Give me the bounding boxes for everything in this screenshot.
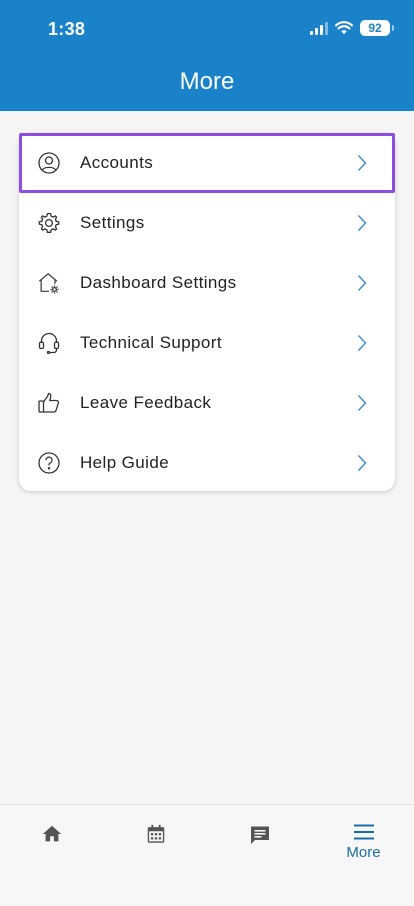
question-circle-icon [37, 451, 61, 475]
chevron-right-icon [357, 335, 367, 351]
menu-item-help-guide[interactable]: Help Guide [19, 433, 395, 493]
page-title: More [179, 68, 235, 95]
thumbs-up-icon [37, 391, 61, 415]
menu-item-accounts[interactable]: Accounts [19, 133, 395, 193]
tab-more[interactable]: More [312, 805, 414, 875]
status-icons: 92 [310, 20, 394, 36]
headset-icon [37, 331, 61, 355]
menu-item-label: Settings [80, 213, 145, 232]
tab-messages[interactable] [208, 805, 311, 875]
menu-item-leave-feedback[interactable]: Leave Feedback [19, 373, 395, 433]
menu-item-label: Technical Support [80, 333, 222, 352]
header-bar: 1:38 92 More [0, 0, 414, 111]
cellular-signal-icon [310, 21, 328, 35]
chevron-right-icon [357, 275, 367, 291]
bottom-nav: More [0, 804, 414, 906]
home-icon [42, 825, 61, 842]
house-gear-icon [37, 271, 61, 295]
message-icon [250, 826, 269, 844]
menu-item-label: Help Guide [80, 453, 170, 472]
status-time: 1:38 [48, 19, 86, 39]
menu-item-label: Leave Feedback [80, 393, 212, 412]
more-menu-card: Accounts Settings Dashboard Settings Tec… [19, 133, 395, 491]
menu-item-settings[interactable]: Settings [19, 193, 395, 253]
tab-calendar[interactable] [104, 805, 207, 875]
chevron-right-icon [357, 395, 367, 411]
tab-more-label: More [346, 844, 381, 861]
gear-icon [37, 211, 61, 235]
menu-item-dashboard-settings[interactable]: Dashboard Settings [19, 253, 395, 313]
menu-item-technical-support[interactable]: Technical Support [19, 313, 395, 373]
menu-item-label: Dashboard Settings [80, 273, 237, 292]
calendar-icon [147, 824, 164, 843]
chevron-right-icon [357, 215, 367, 231]
status-bar: 1:38 92 [0, 0, 414, 60]
chevron-right-icon [357, 455, 367, 471]
menu-icon [353, 824, 374, 840]
wifi-icon [335, 21, 353, 35]
battery-icon: 92 [360, 20, 394, 36]
chevron-right-icon [357, 155, 367, 171]
user-circle-icon [37, 151, 61, 175]
tab-home[interactable] [0, 805, 103, 875]
menu-item-label: Accounts [80, 153, 154, 172]
